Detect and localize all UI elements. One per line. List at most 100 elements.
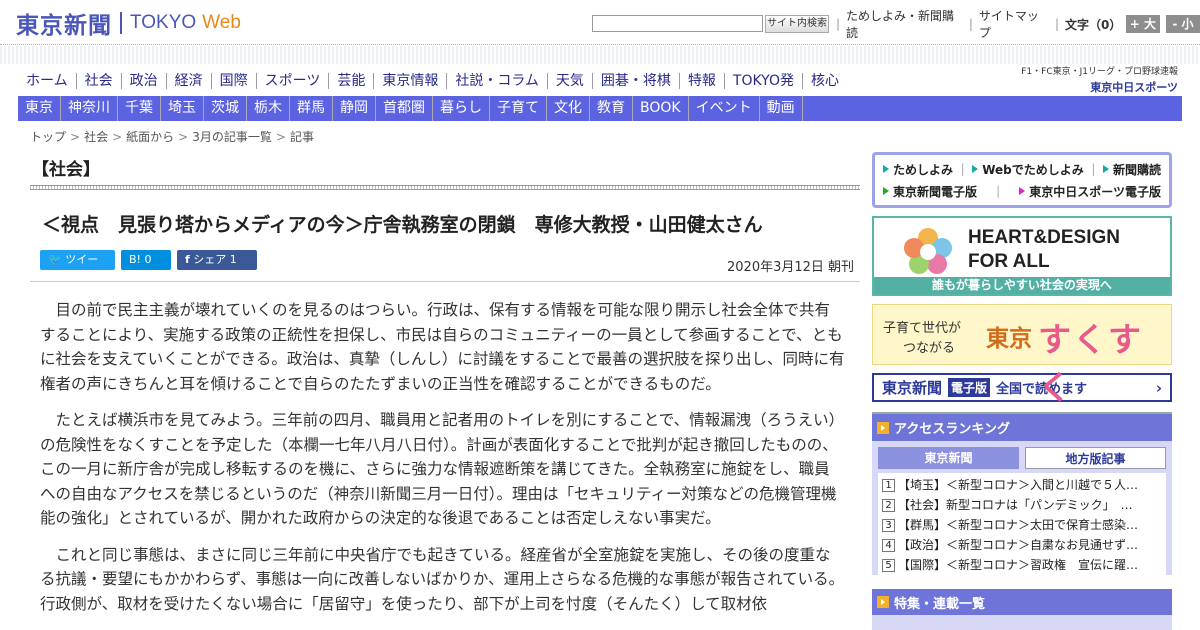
ranking-item[interactable]: 1 【埼玉】＜新型コロナ＞入間と川越で５人… xyxy=(878,475,1166,495)
subnav-kanagawa[interactable]: 神奈川 xyxy=(61,96,118,121)
nav-society[interactable]: 社会 xyxy=(77,73,122,89)
nav-go-shogi[interactable]: 囲碁・将棋 xyxy=(593,73,680,89)
nav-sports[interactable]: スポーツ xyxy=(257,73,330,89)
feature-header[interactable]: 特集・連載一覧 xyxy=(872,589,1172,615)
logo-tokyo: TOKYO xyxy=(130,12,197,33)
breadcrumb-society[interactable]: 社会 xyxy=(84,130,108,144)
subnav-parenting[interactable]: 子育て xyxy=(490,96,547,121)
digital-edition-badge: 電子版 xyxy=(948,378,991,397)
nav-tokyo-hatsu[interactable]: TOKYO発 xyxy=(725,73,803,89)
quick-link-label: 東京新聞電子版 xyxy=(893,184,978,199)
breadcrumb-paper[interactable]: 紙面から xyxy=(126,130,174,144)
rank-number: 2 xyxy=(882,498,895,512)
font-smaller-button[interactable]: - 小 xyxy=(1165,15,1200,33)
ranking-title: アクセスランキング xyxy=(894,422,1010,437)
quick-link-label: 東京中日スポーツ電子版 xyxy=(1029,184,1161,199)
rank-number: 1 xyxy=(882,478,895,492)
breadcrumb-top[interactable]: トップ xyxy=(30,130,66,144)
ranking-item[interactable]: 2 【社会】新型コロナは「パンデミック」 … xyxy=(878,495,1166,515)
logo-divider xyxy=(120,12,122,34)
nav-entertainment[interactable]: 芸能 xyxy=(329,73,375,89)
sukusuku-banner[interactable]: 子育て世代が つながる 東京 すくすく xyxy=(872,304,1172,407)
breadcrumb-march-list[interactable]: 3月の記事一覧 xyxy=(192,130,272,144)
section-divider xyxy=(30,185,860,190)
quick-link-separator: | xyxy=(960,162,965,176)
subnav-book[interactable]: BOOK xyxy=(633,96,689,121)
header-link-separator: | xyxy=(836,17,841,31)
share-buttons: 🐦 ツイート B! 0 f シェア 1 xyxy=(40,250,257,286)
site-logo[interactable]: 東京新聞 TOKYO Web xyxy=(16,10,241,39)
facebook-share-button[interactable]: f シェア 1 xyxy=(177,250,257,270)
digital-edition-name: 東京新聞 xyxy=(882,379,943,397)
font-bigger-button[interactable]: + 大 xyxy=(1125,15,1160,33)
subnav-living[interactable]: 暮らし xyxy=(433,96,490,121)
flower-logo-icon xyxy=(904,228,952,274)
nav-editorial[interactable]: 社説・コラム xyxy=(447,73,548,89)
quick-link-chunichi-digital[interactable]: 東京中日スポーツ電子版 xyxy=(1019,183,1161,200)
subnav-chiba[interactable]: 千葉 xyxy=(118,96,161,121)
feature-list: 特集・連載一覧 xyxy=(872,589,1172,630)
ranking-item[interactable]: 4 【政治】＜新型コロナ＞自粛なお見通せず… xyxy=(878,535,1166,555)
quick-link-trial[interactable]: ためしよみ xyxy=(883,161,953,178)
nav-weather[interactable]: 天気 xyxy=(548,73,593,89)
subnav-tochigi[interactable]: 栃木 xyxy=(247,96,290,121)
tab-regional[interactable]: 地方版記事 xyxy=(1025,447,1166,469)
header-stripe xyxy=(0,46,1200,64)
section-heading: 【社会】 xyxy=(32,160,100,180)
facebook-icon: f xyxy=(185,253,190,266)
subnav-tokyo[interactable]: 東京 xyxy=(18,96,61,121)
heart-design-tagline: 誰もが暮らしやすい社会の実現へ xyxy=(874,277,1170,294)
subnav-event[interactable]: イベント xyxy=(689,96,760,121)
play-icon xyxy=(877,596,889,608)
header-link-separator: | xyxy=(1054,17,1060,31)
sukusuku-tokyo: 東京 xyxy=(986,326,1032,352)
rank-number: 3 xyxy=(882,518,895,532)
nav-core[interactable]: 核心 xyxy=(803,73,847,89)
breadcrumb-separator: > xyxy=(178,130,189,144)
site-search-button[interactable]: サイト内検索 xyxy=(765,15,829,33)
nav-home[interactable]: ホーム xyxy=(18,73,77,89)
trial-subscribe-link[interactable]: ためしよみ・新聞購読 xyxy=(846,7,963,41)
nav-tokyo-info[interactable]: 東京情報 xyxy=(374,73,448,89)
chunichi-sports-banner[interactable]: F1・FC東京・J1リーグ・プロ野球速報 東京中日スポーツ xyxy=(1020,64,1178,94)
feature-title: 特集・連載一覧 xyxy=(894,596,986,612)
arrow-icon xyxy=(972,165,979,173)
subnav-video[interactable]: 動画 xyxy=(760,96,803,121)
quick-link-subscribe[interactable]: 新聞購読 xyxy=(1102,161,1161,178)
tab-tokyo-shimbun[interactable]: 東京新聞 xyxy=(878,447,1019,469)
subnav-culture[interactable]: 文化 xyxy=(547,96,590,121)
subnav-shizuoka[interactable]: 静岡 xyxy=(333,96,376,121)
site-search-input[interactable] xyxy=(592,15,763,32)
ranking-item-text: 【埼玉】＜新型コロナ＞入間と川越で５人… xyxy=(898,478,1139,492)
subnav-metropolitan[interactable]: 首都圏 xyxy=(376,96,433,121)
heart-design-title: HEART&DESIGN FOR ALL xyxy=(968,226,1120,274)
logo-jp: 東京新聞 xyxy=(16,12,112,39)
regional-nav: 東京 神奈川 千葉 埼玉 茨城 栃木 群馬 静岡 首都圏 暮らし 子育て 文化 … xyxy=(18,96,1182,121)
chunichi-sub-label: F1・FC東京・J1リーグ・プロ野球速報 xyxy=(1021,67,1178,77)
subnav-gunma[interactable]: 群馬 xyxy=(290,96,333,121)
nav-economy[interactable]: 経済 xyxy=(167,73,212,89)
quick-link-separator: | xyxy=(1091,162,1096,176)
quick-link-web-trial[interactable]: Webでためしよみ xyxy=(972,161,1084,178)
subnav-education[interactable]: 教育 xyxy=(590,96,633,121)
hatena-bookmark-button[interactable]: B! 0 xyxy=(121,250,171,270)
ranking-header: アクセスランキング xyxy=(872,414,1172,441)
ranking-item[interactable]: 3 【群馬】＜新型コロナ＞太田で保育士感染… xyxy=(878,515,1166,535)
article-divider xyxy=(30,281,860,282)
subnav-saitama[interactable]: 埼玉 xyxy=(161,96,204,121)
ranking-item[interactable]: 5 【国際】＜新型コロナ＞習政権 宣伝に躍… xyxy=(878,555,1166,575)
ranking-item-text: 【政治】＜新型コロナ＞自粛なお見通せず… xyxy=(898,538,1139,552)
nav-international[interactable]: 国際 xyxy=(212,73,257,89)
heart-design-banner[interactable]: HEART&DESIGN FOR ALL 誰もが暮らしやすい社会の実現へ xyxy=(872,216,1172,296)
quick-link-digital[interactable]: 東京新聞電子版 xyxy=(883,183,977,200)
breadcrumb-separator: > xyxy=(112,130,123,144)
nav-politics[interactable]: 政治 xyxy=(122,73,167,89)
sukusuku-line2: つながる xyxy=(903,341,956,356)
header-links: | ためしよみ・新聞購読 | サイトマップ | 文字（0） + 大 - 小 xyxy=(836,9,1200,40)
tweet-button[interactable]: 🐦 ツイート xyxy=(40,250,115,286)
article-paragraph: 目の前で民主主義が壊れていくのを見るのはつらい。行政は、保有する情報を可能な限り… xyxy=(40,301,845,393)
nav-special-report[interactable]: 特報 xyxy=(680,73,725,89)
sitemap-link[interactable]: サイトマップ xyxy=(979,7,1049,41)
subnav-ibaraki[interactable]: 茨城 xyxy=(204,96,247,121)
quick-link-separator: | xyxy=(996,184,1001,198)
